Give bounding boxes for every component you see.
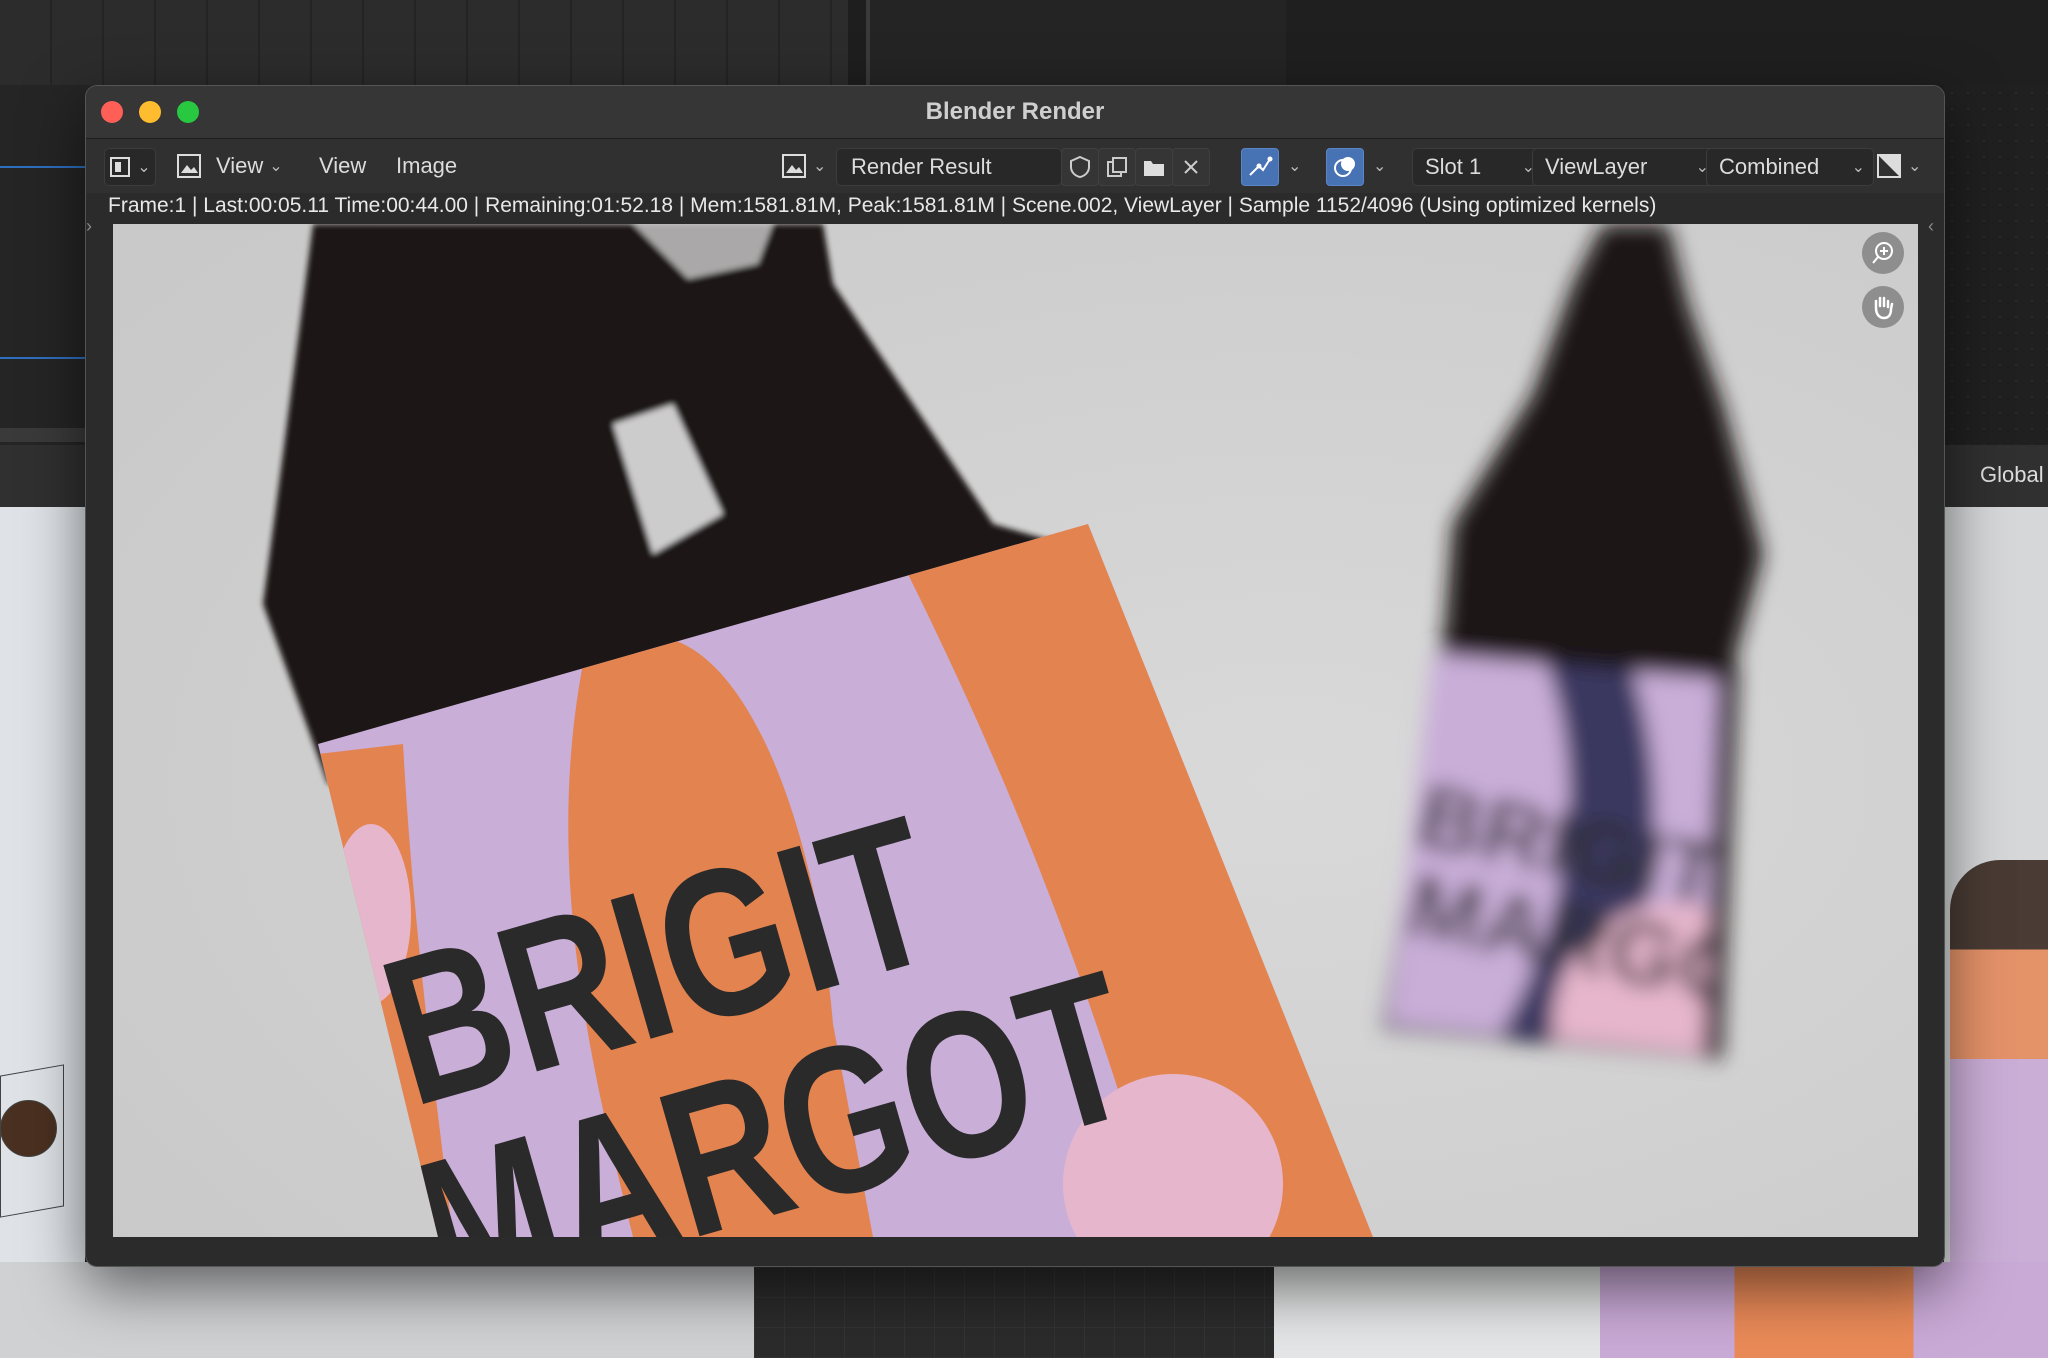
duplicate-image-button[interactable] — [1098, 148, 1136, 186]
background-bottle — [1950, 860, 2048, 1358]
chevron-down-icon: ⌄ — [269, 158, 283, 175]
render-result-image[interactable]: BRIGIT MARGOT BRIGIT MARGOT — [113, 224, 1918, 1237]
view-layer-dropdown[interactable]: ViewLayer ⌄ — [1532, 148, 1718, 186]
background-grid-area — [754, 1262, 1274, 1358]
folder-icon — [1144, 161, 1164, 176]
chevron-down-icon: ⌄ — [137, 159, 151, 176]
background-bottle-object — [0, 1100, 57, 1157]
display-channels-icon — [1877, 154, 1901, 178]
background-viewport-header-left — [0, 445, 85, 507]
menu-image[interactable]: Image — [396, 148, 457, 184]
zoom-button[interactable] — [1862, 232, 1904, 274]
title-bar[interactable]: Blender Render — [86, 86, 1944, 139]
unlink-image-button[interactable] — [1172, 148, 1210, 186]
render-status-text: Frame:1 | Last:00:05.11 Time:00:44.00 | … — [108, 194, 1657, 217]
window-title: Blender Render — [925, 98, 1105, 125]
overlay-toggle-button[interactable] — [1326, 148, 1364, 186]
view-mode-dropdown[interactable]: View ⌄ — [176, 148, 283, 184]
background-3d-viewport-left — [0, 507, 85, 1358]
image-mode-icon — [177, 154, 201, 178]
chevron-down-icon: ⌄ — [1908, 158, 1922, 175]
background-curve — [0, 166, 85, 168]
render-image-canvas: BRIGIT MARGOT BRIGIT MARGOT — [113, 224, 1918, 1237]
display-channels-dropdown[interactable]: ⌄ — [1876, 148, 1921, 184]
background-dotted-area — [1944, 85, 2048, 445]
overlay-dropdown[interactable]: ⌄ — [1367, 148, 1386, 184]
duplicate-icon — [1107, 157, 1127, 177]
view-layer-label: ViewLayer — [1545, 154, 1648, 179]
close-icon — [1184, 160, 1198, 174]
sample-tool-dropdown[interactable]: ⌄ — [1282, 148, 1301, 184]
sidebar-expand-arrow[interactable]: ‹ — [1928, 216, 1934, 237]
background-separator — [0, 428, 85, 442]
background-timeline-area — [0, 0, 848, 85]
view-mode-label: View — [216, 153, 264, 178]
image-browse-dropdown[interactable]: ⌄ — [781, 148, 826, 184]
hand-icon — [1874, 296, 1894, 320]
zoom-in-icon — [1872, 242, 1893, 264]
fake-user-shield-button[interactable] — [1061, 148, 1099, 186]
render-window: Blender Render ⌄ View ⌄ View Image ⌄ Ren… — [85, 85, 1945, 1267]
background-panel-right — [1286, 0, 2048, 85]
render-pass-label: Combined — [1719, 154, 1820, 179]
render-slot-label: Slot 1 — [1425, 154, 1482, 179]
image-editor-header: ⌄ View ⌄ View Image ⌄ Render Result ⌄ ⌄ … — [86, 139, 1944, 193]
background-graph-area — [0, 85, 85, 445]
background-panel — [866, 0, 1290, 85]
image-browse-icon — [782, 154, 806, 178]
sample-curve-icon — [1249, 156, 1273, 176]
transform-orientation-label[interactable]: Global — [1980, 462, 2044, 488]
open-image-button[interactable] — [1135, 148, 1173, 186]
chevron-down-icon: ⌄ — [1373, 158, 1387, 175]
pan-button[interactable] — [1862, 286, 1904, 328]
sample-tool-button[interactable] — [1241, 148, 1279, 186]
editor-type-dropdown[interactable]: ⌄ — [104, 148, 156, 186]
background-curve — [0, 357, 85, 359]
chevron-down-icon: ⌄ — [1851, 159, 1865, 176]
image-name-field[interactable]: Render Result — [836, 148, 1062, 186]
menu-view[interactable]: View — [319, 148, 366, 184]
render-pass-dropdown[interactable]: Combined ⌄ — [1706, 148, 1874, 186]
overlay-icon — [1334, 157, 1355, 177]
chevron-down-icon: ⌄ — [1288, 158, 1302, 175]
image-editor-icon — [110, 157, 131, 177]
shield-icon — [1070, 155, 1090, 179]
toolbar-expand-arrow[interactable]: › — [86, 216, 92, 237]
render-slot-dropdown[interactable]: Slot 1 ⌄ — [1412, 148, 1544, 186]
chevron-down-icon: ⌄ — [813, 158, 827, 175]
